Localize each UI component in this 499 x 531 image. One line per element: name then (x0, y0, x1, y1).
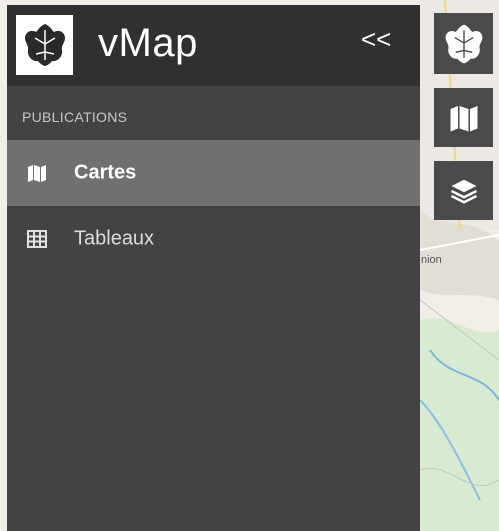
sidebar-header: vMap << (7, 5, 420, 86)
map-icon (450, 105, 477, 131)
layers-button[interactable] (434, 161, 493, 220)
layers-icon (450, 179, 477, 204)
sidebar-item-tableaux[interactable]: Tableaux (7, 206, 420, 272)
table-grid-icon (27, 230, 47, 248)
vine-leaf-icon (24, 24, 65, 66)
map-list-button[interactable] (434, 88, 493, 147)
collapse-sidebar-button[interactable]: << (361, 24, 401, 58)
sidebar-item-label: Cartes (74, 161, 137, 184)
app-title: vMap (98, 21, 198, 65)
section-title: PUBLICATIONS (22, 109, 128, 125)
map-place-label: nion (421, 254, 442, 266)
home-map-button[interactable] (434, 13, 493, 74)
vine-leaf-icon (445, 24, 482, 63)
app-logo (16, 15, 73, 75)
sidebar-item-label: Tableaux (74, 227, 155, 250)
sidebar-item-cartes[interactable]: Cartes (7, 140, 420, 206)
sidebar: vMap << PUBLICATIONS Cartes Tableaux (7, 5, 420, 531)
map-icon (28, 165, 46, 182)
